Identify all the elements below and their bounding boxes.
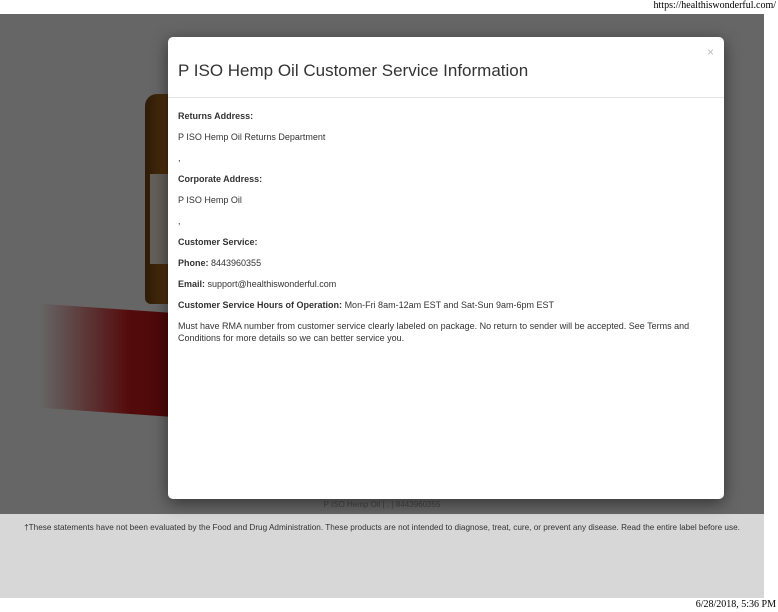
modal-header: P ISO Hemp Oil Customer Service Informat… bbox=[168, 37, 724, 98]
corporate-address-separator: , bbox=[178, 216, 181, 226]
email-line: Email: support@healthiswonderful.com bbox=[178, 278, 714, 290]
rma-notice: Must have RMA number from customer servi… bbox=[178, 321, 690, 343]
customer-service-modal: P ISO Hemp Oil Customer Service Informat… bbox=[168, 37, 724, 499]
page: P ISO Hemp Oil [ , ] 8443960355 †These s… bbox=[0, 14, 764, 598]
hours-label: Customer Service Hours of Operation: bbox=[178, 300, 343, 310]
email-value[interactable]: support@healthiswonderful.com bbox=[208, 279, 337, 289]
hours-line: Customer Service Hours of Operation: Mon… bbox=[178, 299, 714, 311]
corporate-address-label: Corporate Address: bbox=[178, 174, 263, 184]
modal-body: Returns Address: P ISO Hemp Oil Returns … bbox=[168, 98, 724, 344]
print-date: 6/28/2018, 5:36 PM bbox=[695, 599, 776, 610]
returns-address-name: P ISO Hemp Oil Returns Department bbox=[178, 132, 326, 142]
email-label: Email: bbox=[178, 279, 206, 289]
phone-value[interactable]: 8443960355 bbox=[211, 258, 261, 268]
phone-label: Phone: bbox=[178, 258, 209, 268]
corporate-address-name: P ISO Hemp Oil bbox=[178, 195, 242, 205]
print-url: https://healthiswonderful.com/ bbox=[653, 0, 776, 11]
modal-title: P ISO Hemp Oil Customer Service Informat… bbox=[178, 61, 529, 80]
returns-address-label: Returns Address: bbox=[178, 111, 254, 121]
close-icon[interactable]: × bbox=[707, 45, 714, 59]
customer-service-label: Customer Service: bbox=[178, 237, 258, 247]
company-footer-line: P ISO Hemp Oil [ , ] 8443960355 bbox=[323, 500, 441, 509]
hours-value: Mon-Fri 8am-12am EST and Sat-Sun 9am-6pm… bbox=[344, 300, 554, 310]
fda-disclaimer: †These statements have not been evaluate… bbox=[24, 523, 740, 532]
phone-line: Phone: 8443960355 bbox=[178, 257, 714, 269]
returns-address-separator: , bbox=[178, 153, 181, 163]
